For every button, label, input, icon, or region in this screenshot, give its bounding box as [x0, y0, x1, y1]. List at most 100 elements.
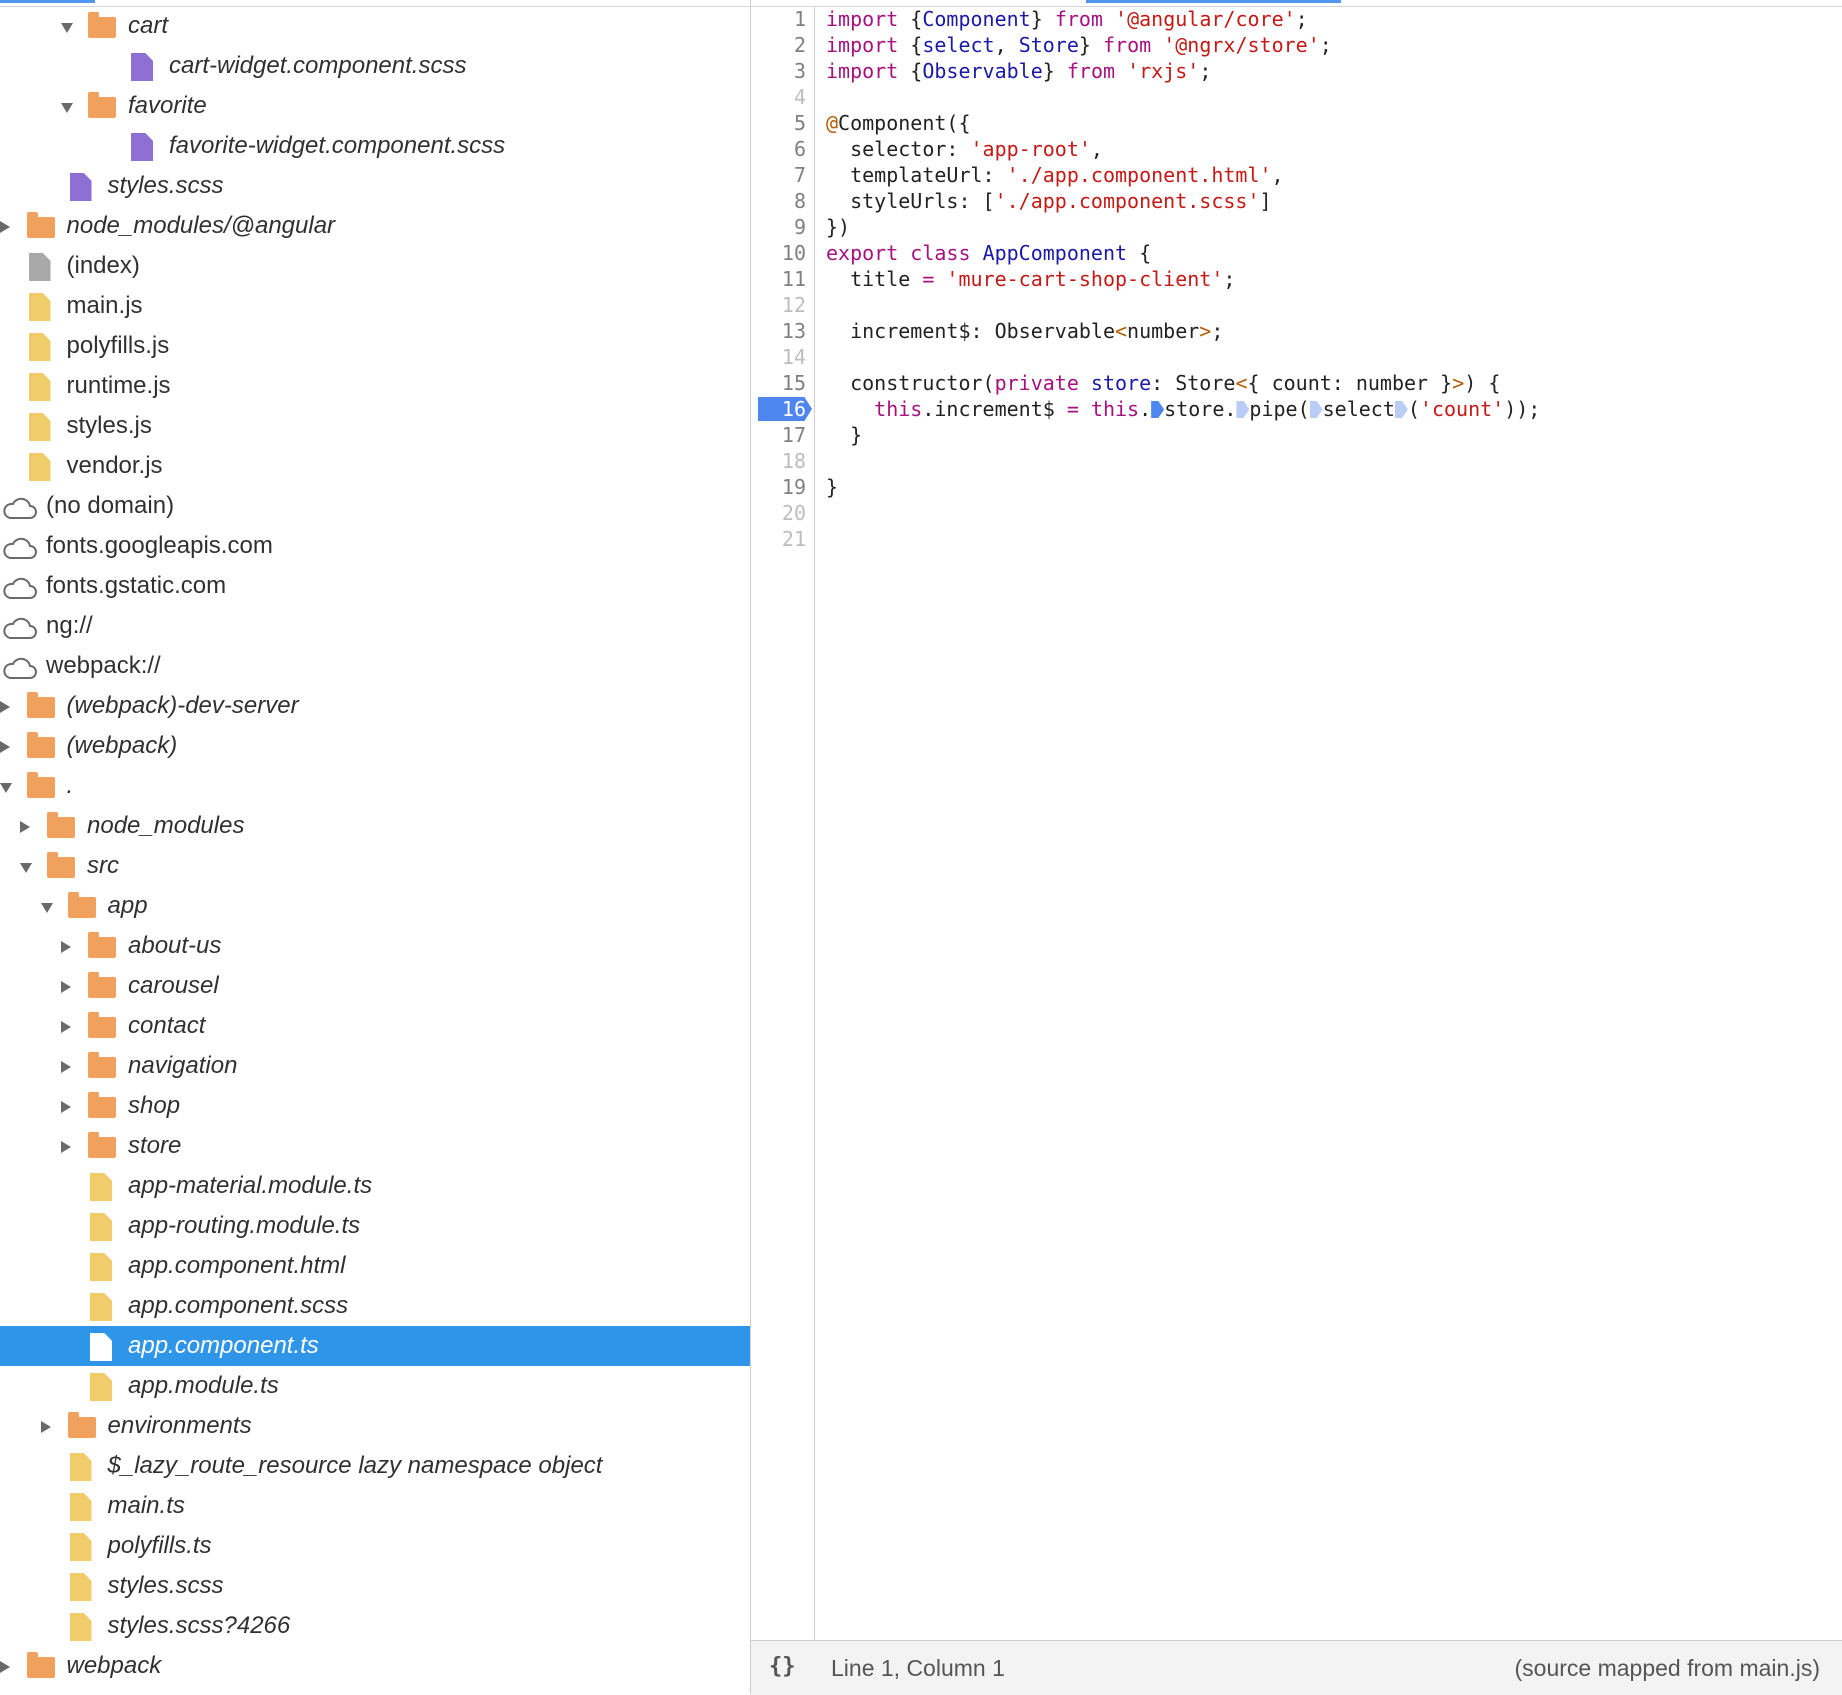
- line-number[interactable]: 8: [751, 188, 814, 214]
- tree-item[interactable]: webpack://: [0, 646, 750, 686]
- tree-item[interactable]: (webpack)-dev-server: [0, 686, 750, 726]
- line-number[interactable]: 20: [751, 500, 814, 526]
- tree-item[interactable]: polyfills.js: [0, 326, 750, 366]
- tree-item[interactable]: node_modules: [0, 806, 750, 846]
- tree-item[interactable]: src: [0, 846, 750, 886]
- tree-item[interactable]: shop: [0, 1086, 750, 1126]
- line-number-gutter[interactable]: 1 2 3 4 5 6 7 8 9 10 11 12 13 14 15 16 17 18 19 20 21: [751, 6, 815, 1640]
- tree-item[interactable]: webpack: [0, 1646, 750, 1686]
- expand-arrow-right-icon[interactable]: [61, 1061, 71, 1073]
- tree-item[interactable]: app.component.html: [0, 1246, 750, 1286]
- tree-item[interactable]: polyfills.ts: [0, 1526, 750, 1566]
- line-number[interactable]: 4: [751, 84, 814, 110]
- expand-arrow-right-icon[interactable]: [0, 741, 10, 753]
- tree-item[interactable]: app.component.scss: [0, 1286, 750, 1326]
- line-number[interactable]: 21: [751, 526, 814, 552]
- expand-arrow-right-icon[interactable]: [0, 701, 10, 713]
- code-line[interactable]: [826, 292, 1826, 318]
- line-number[interactable]: 9: [751, 214, 814, 240]
- expand-arrow-right-icon[interactable]: [61, 941, 71, 953]
- code-line[interactable]: [826, 84, 1826, 110]
- line-number[interactable]: 13: [751, 318, 814, 344]
- expand-arrow-right-icon[interactable]: [61, 981, 71, 993]
- breakpoint-line-number[interactable]: 16: [751, 396, 814, 422]
- code-line[interactable]: export class AppComponent {: [826, 240, 1826, 266]
- tree-item[interactable]: environments: [0, 1406, 750, 1446]
- line-number[interactable]: 2: [751, 32, 814, 58]
- code-line[interactable]: import {Observable} from 'rxjs';: [826, 58, 1826, 84]
- tree-item[interactable]: app: [0, 886, 750, 926]
- tree-item[interactable]: cart-widget.component.scss: [0, 46, 750, 86]
- line-number[interactable]: 10: [751, 240, 814, 266]
- code-line[interactable]: increment$: Observable<number>;: [826, 318, 1826, 344]
- tree-item[interactable]: node_modules/@angular: [0, 206, 750, 246]
- tree-item[interactable]: app-routing.module.ts: [0, 1206, 750, 1246]
- line-number[interactable]: 1: [751, 6, 814, 32]
- tree-item[interactable]: navigation: [0, 1046, 750, 1086]
- line-number[interactable]: 3: [751, 58, 814, 84]
- code-line[interactable]: selector: 'app-root',: [826, 136, 1826, 162]
- tree-item[interactable]: .: [0, 766, 750, 806]
- line-number[interactable]: 6: [751, 136, 814, 162]
- tree-item[interactable]: (index): [0, 246, 750, 286]
- code-line[interactable]: templateUrl: './app.component.html',: [826, 162, 1826, 188]
- code-line[interactable]: import {select, Store} from '@ngrx/store…: [826, 32, 1826, 58]
- tree-item[interactable]: fonts.googleapis.com: [0, 526, 750, 566]
- inline-breakpoint-marker-icon[interactable]: [1236, 401, 1250, 418]
- tree-item[interactable]: styles.scss: [0, 166, 750, 206]
- line-number[interactable]: 19: [751, 474, 814, 500]
- code-line[interactable]: }: [826, 422, 1826, 448]
- tree-item[interactable]: main.ts: [0, 1486, 750, 1526]
- code-line[interactable]: styleUrls: ['./app.component.scss']: [826, 188, 1826, 214]
- line-number[interactable]: 15: [751, 370, 814, 396]
- tree-item[interactable]: vendor.js: [0, 446, 750, 486]
- code-line[interactable]: [826, 526, 1826, 552]
- tree-item[interactable]: favorite: [0, 86, 750, 126]
- inline-breakpoint-marker-icon[interactable]: [1394, 401, 1408, 418]
- code-line[interactable]: title = 'mure-cart-shop-client';: [826, 266, 1826, 292]
- tree-item-selected[interactable]: app.component.ts: [0, 1326, 750, 1366]
- expand-arrow-down-icon[interactable]: [20, 863, 32, 873]
- tree-item[interactable]: (webpack): [0, 726, 750, 766]
- tree-item[interactable]: app-material.module.ts: [0, 1166, 750, 1206]
- code-line[interactable]: }: [826, 474, 1826, 500]
- file-navigator[interactable]: cart cart-widget.component.scss favorite fa…: [0, 0, 751, 1694]
- tree-item[interactable]: about-us: [0, 926, 750, 966]
- tree-item[interactable]: cart: [0, 6, 750, 46]
- tree-item[interactable]: $_lazy_route_resource lazy namespace obj…: [0, 1446, 750, 1486]
- code-line[interactable]: }): [826, 214, 1826, 240]
- expand-arrow-down-icon[interactable]: [61, 23, 73, 33]
- expand-arrow-down-icon[interactable]: [40, 903, 53, 913]
- code-editor[interactable]: 1 2 3 4 5 6 7 8 9 10 11 12 13 14 15 16 17 18 19 20 21 import…: [751, 0, 1842, 1640]
- code-line[interactable]: [826, 344, 1826, 370]
- line-number[interactable]: 14: [751, 344, 814, 370]
- tree-item[interactable]: styles.scss?4266: [0, 1606, 750, 1646]
- inline-breakpoint-marker-icon[interactable]: [1151, 401, 1165, 418]
- expand-arrow-right-icon[interactable]: [20, 821, 30, 833]
- inline-breakpoint-marker-icon[interactable]: [1309, 401, 1323, 418]
- tree-item[interactable]: styles.js: [0, 406, 750, 446]
- expand-arrow-down-icon[interactable]: [0, 783, 12, 793]
- code-line[interactable]: [826, 500, 1826, 526]
- code-line[interactable]: this.increment$ = this. store. pipe(select…: [826, 396, 1826, 422]
- tree-item[interactable]: main.js: [0, 286, 750, 326]
- line-number[interactable]: 18: [751, 448, 814, 474]
- expand-arrow-down-icon[interactable]: [61, 103, 73, 113]
- pretty-print-icon[interactable]: {}: [769, 1654, 796, 1679]
- code-line[interactable]: @Component({: [826, 110, 1826, 136]
- tree-item[interactable]: runtime.js: [0, 366, 750, 406]
- source-mapped-label[interactable]: (source mapped from main.js): [1515, 1655, 1821, 1682]
- code-line[interactable]: import {Component} from '@angular/core';: [826, 6, 1826, 32]
- line-number[interactable]: 12: [751, 292, 814, 318]
- expand-arrow-right-icon[interactable]: [61, 1141, 71, 1153]
- tree-item[interactable]: styles.scss: [0, 1566, 750, 1606]
- line-number[interactable]: 7: [751, 162, 814, 188]
- code-line[interactable]: constructor(private store: Store<{ count…: [826, 370, 1826, 396]
- tree-item[interactable]: fonts.gstatic.com: [0, 566, 750, 606]
- tree-item[interactable]: favorite-widget.component.scss: [0, 126, 750, 166]
- expand-arrow-right-icon[interactable]: [61, 1021, 71, 1033]
- line-number[interactable]: 11: [751, 266, 814, 292]
- line-number[interactable]: 17: [751, 422, 814, 448]
- tree-item[interactable]: app.module.ts: [0, 1366, 750, 1406]
- line-number[interactable]: 5: [751, 110, 814, 136]
